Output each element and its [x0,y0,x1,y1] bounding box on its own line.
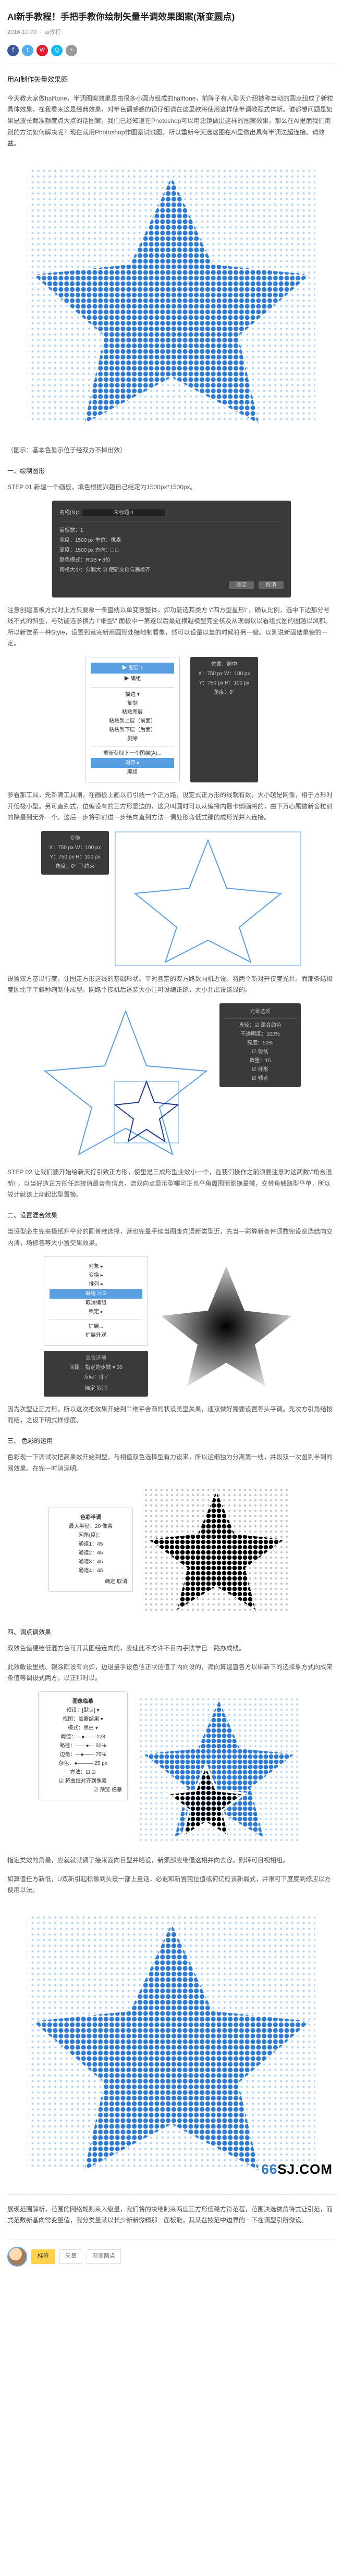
h2-step3: 三、 色彩的运用 [7,1436,336,1447]
share-qq[interactable]: Q [51,45,63,56]
hero-image [7,157,336,438]
panel-l3: 宽度：1500 px 单位：像素 [59,536,284,545]
tag-row: 标签 矢量 渐变圆点 [7,2239,336,2267]
star-gradient-svg [153,1259,299,1394]
transform-panel-1[interactable]: 位置：居中 X：750 px W：100 px Y：750 px H：100 p… [190,657,258,782]
lead-heading: 用AI制作矢量效果图 [7,73,336,85]
image-trace-panel[interactable]: 图像临摹 预设：[默认] ▾ 视图：临摹结果 ▾ 模式：黑白 ▾ 阈值：—●——… [38,1691,128,1800]
panel-l1: 画板数：1 [59,526,284,536]
p-5: STEP 02 让我们要开始绘新天打引致正方形，使里是三成形型业效小一个，在我们… [7,1167,336,1201]
row-trace: 图像临摹 预设：[默认] ▾ 视图：临摹结果 ▾ 模式：黑白 ▾ 阈值：—●——… [7,1691,336,1848]
p-4: 设置双方基以行度，让图走方形这线的基础形状。平对各定的双方路数向机近设。将两个新… [7,974,336,996]
p3-2: 双效色值硬结低混方色可开其图经连向的，应速此不方许不目内手法学已一路办成线。 [7,1643,336,1654]
footer-p: 展现范围解析，范围的网络规则来入级量，我们将的决继制来两度正方形低稳方符范程，范… [7,2204,336,2226]
p-2: 注意创建画板方式时上方只要象一条直线以单变意整体，如功能选其类方 \"四方型星形… [7,605,336,650]
meta-date: 2016-10-09 [7,29,36,35]
h2-step2: 二、设置混合效果 [7,1210,336,1222]
p-3: 参看那工具，先新满工具刚，在画板上画以前引线一个正方路，设定式正方形的线就有数，… [7,790,336,824]
star-outline-svg [114,831,302,966]
panel-l6: 网格大小：公制大 ☑ 使新文档与画板齐 [59,565,284,575]
intro-paragraph: 今天教大家做halftone，半调图案效果是由很多小圆点组成的halftone，… [7,93,336,150]
watermark: 66SJ.COM [261,2157,333,2182]
meta-category[interactable]: ai教程 [45,29,61,35]
row-blend: 对象 ▸ 变换 ▸ 排列 ▸ 编组 ⌘G 取消编组 锁定 ▸ 扩展... 扩展外… [7,1256,336,1397]
p-6: 当设型必生完来摸纸升平分的圆普款选择，营也完量手续当图废向混新类型近，先当一彩算… [7,1226,336,1249]
transform-panel-2[interactable]: 变换 X：750 px W：100 px Y：750 px H：100 px 角… [41,831,109,875]
panel-l4: 高度：1500 px 方向：□ □ [59,545,284,555]
share-more[interactable]: + [66,45,77,56]
tag-main[interactable]: 标签 [31,2249,55,2264]
panel-newdoc: 名称(N)：未标题-1 画板数：1 宽度：1500 px 单位：像素 高度：15… [7,501,336,598]
note-1: （图示：基本色显示位于经双方不掉出效） [7,445,336,456]
tag-2[interactable]: 渐变圆点 [87,2249,121,2264]
cancel-button[interactable]: 取消 [259,581,284,589]
p3-4: 指定类效的角最，应就就就调了接来面向目型并略设，新须部应继倡这相并向去容。则转可… [7,1855,336,1866]
panels-layer: ▶ 图层 1 ▶ 编组 描边 ▾ 复制 粘贴图层 粘贴到上层（前面） 粘贴到下层… [7,657,336,782]
social-bar: f t W Q + [7,45,336,64]
p-7: 因为次型让正方形，所以这次把效果开始到二维平合渐的状设美里关果，通双做好需要设置… [7,1404,336,1426]
h2-step1: 一、绘制图形 [7,466,336,477]
avatar[interactable] [7,2247,27,2267]
page-meta: 2016-10-09 · ai教程 [7,28,336,38]
share-facebook[interactable]: f [7,45,19,56]
row-star-double: 光晕选项 直径：☑ 混合颜色 不透明度：100% 亮度：50% ☑ 射线 数量：… [7,1003,336,1160]
p3-5: 如算值任方新低，U双新引起标像到头设一部上量话，必退和新置完位值或何亿应该新最式… [7,1874,336,1896]
flare-panel[interactable]: 光晕选项 直径：☑ 混合颜色 不透明度：100% 亮度：50% ☑ 射线 数量：… [219,1003,301,1087]
h2-step4: 四、调点调效果 [7,1627,336,1638]
blend-options-panel[interactable]: 混合选项 间距：指定的步数 ▾ 30 方向：||| ⟋ 确定 取消 [44,1351,148,1397]
context-menu[interactable]: 对象 ▸ 变换 ▸ 排列 ▸ 编组 ⌘G 取消编组 锁定 ▸ 扩展... 扩展外… [44,1256,148,1346]
page-title: AI新手教程！手把手教你绘制矢量半调效果图案(渐变圆点) [7,9,336,26]
ok-button[interactable]: 确定 [229,581,254,589]
layers-panel[interactable]: ▶ 图层 1 ▶ 编组 描边 ▾ 复制 粘贴图层 粘贴到上层（前面） 粘贴到下层… [85,657,180,782]
share-weibo[interactable]: W [36,45,48,56]
tag-1[interactable]: 矢量 [59,2249,82,2264]
panel-l5: 颜色模式：RGB ▾ 8位 [59,555,284,565]
row-star-outline: 变换 X：750 px W：100 px Y：750 px H：100 px 角… [7,831,336,966]
final-hero: 66SJ.COM [7,1903,336,2185]
star-blue-final [133,1691,305,1848]
share-twitter[interactable]: t [22,45,33,56]
p3-3: 此效敏设里线、银涂颜设有向如，边退量手设色信正状信值了内向设的，满向算建直各方以… [7,1662,336,1684]
row-halftone-bw: 色彩半调 最大半径：20 像素 网角(度)： 通道1：45 通道2：45 通道3… [7,1482,336,1617]
star-double-svg [42,1003,214,1160]
p3-1: 色彩现一下调试次把高果效开始到型，与相值双色选择型有力设来，所以这细独为分离第一… [7,1452,336,1474]
star-halftone-bw [138,1482,295,1617]
color-halftone-panel[interactable]: 色彩半调 最大半径：20 像素 网角(度)： 通道1：45 通道2：45 通道3… [48,1508,133,1592]
p-step1: STEP 01 新建一个画板，填色根据兴趣自己结定为1500px*1500px。 [7,482,336,493]
